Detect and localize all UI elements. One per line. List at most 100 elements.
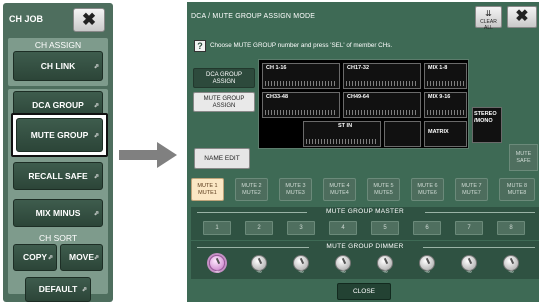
popup-corner-icon: ⬀ [93,255,99,261]
dca-group-assign-tab[interactable]: DCA GROUP ASSIGN [193,68,255,88]
empty-block [384,121,421,147]
default-button[interactable]: DEFAULT ⬀ [25,277,91,302]
screenshot-root: CH JOB ✖ CH ASSIGN CH LINK ⬀ DCA GROUP ⬀… [0,0,539,304]
mute-master-1-button[interactable]: 1 [203,221,231,235]
mute-group-label: MUTE GROUP [30,130,89,140]
recall-safe-button[interactable]: RECALL SAFE ⬀ [13,162,103,190]
knob-indicator [383,257,389,265]
dimmer-value: -∞ [298,270,304,275]
channel-block[interactable]: MIX 9-16 [424,92,467,118]
knob-indicator [257,257,263,265]
mute-group-highlight-frame: MUTE GROUP ⬀ [11,113,108,157]
move-label: MOVE [68,252,95,262]
copy-button[interactable]: COPY ⬀ [13,244,57,271]
mute-master-2-button[interactable]: 2 [245,221,273,235]
channel-block-label: MIX 1-8 [428,65,448,71]
channel-block-label: CH17-32 [347,65,370,71]
right-arrow-icon [119,142,177,168]
knob-indicator [299,257,305,265]
mute-group-5-button[interactable]: MUTE 5 MUTE5 [367,178,400,201]
mute-safe-button[interactable]: MUTE SAFE [509,144,538,171]
mute-group-button-label: MUTE 6 MUTE6 [417,183,438,196]
channel-block-label: STEREO /MONO [474,111,497,124]
mute-group-button-label: MUTE 7 MUTE7 [461,183,482,196]
channel-block-label: MIX 9-16 [428,94,451,100]
dimmer-value: -∞ [256,270,262,275]
mute-group-7-button[interactable]: MUTE 7 MUTE7 [455,178,488,201]
popup-corner-icon: ⬀ [93,133,99,139]
move-button[interactable]: MOVE ⬀ [60,244,103,271]
mix-minus-label: MIX MINUS [35,208,81,218]
dimmer-value: -∞ [424,270,430,275]
channel-block-meter [427,110,464,115]
dimmer-value: -∞ [382,270,388,275]
mute-group-button-label: MUTE 8 MUTE8 [506,183,528,196]
ch-job-title: CH JOB [9,14,44,24]
channel-block[interactable]: ST IN [303,121,381,147]
dimmer-knob-2[interactable] [251,255,267,271]
mute-group-button-label: MUTE 2 MUTE2 [241,183,262,196]
window-title: DCA / MUTE GROUP ASSIGN MODE [191,13,316,20]
dca-group-assign-label: DCA GROUP ASSIGN [205,72,242,85]
mute-master-6-button[interactable]: 6 [413,221,441,235]
channel-block[interactable]: MIX 1-8 [424,63,467,89]
dimmer-knob-8[interactable] [503,255,519,271]
mute-group-2-button[interactable]: MUTE 2 MUTE2 [235,178,268,201]
channel-block-meter [346,110,418,115]
mute-group-3-button[interactable]: MUTE 3 MUTE3 [279,178,312,201]
mute-group-assign-label: MUTE GROUP ASSIGN [203,96,245,109]
ch-link-label: CH LINK [40,61,76,71]
channel-block-label: CH 1-16 [266,65,287,71]
mute-group-dimmer-title: MUTE GROUP DIMMER [326,243,404,250]
mute-group-button[interactable]: MUTE GROUP ⬀ [16,118,103,152]
knob-indicator [467,257,473,265]
channel-block[interactable]: CH33-48 [262,92,340,118]
mute-master-3-button[interactable]: 3 [287,221,315,235]
dimmer-value: -∞ [214,270,220,275]
close-button[interactable]: CLOSE [337,283,391,300]
channel-block-grid: CH 1-16 CH17-32 MIX 1-8 CH33-48 CH49-64 … [258,59,469,149]
mute-group-4-button[interactable]: MUTE 4 MUTE4 [323,178,356,201]
help-icon[interactable]: ? [194,40,206,52]
dca-mute-assign-window: DCA / MUTE GROUP ASSIGN MODE ⇊ CLEAR ALL… [187,2,539,302]
ch-job-close-button[interactable]: ✖ [73,8,105,32]
window-close-button[interactable]: ✖ [507,6,537,28]
dimmer-value: -∞ [508,270,514,275]
ch-link-button[interactable]: CH LINK ⬀ [13,51,103,81]
dca-group-label: DCA GROUP [32,100,84,110]
dimmer-knob-6[interactable] [419,255,435,271]
channel-block[interactable]: STEREO /MONO [472,107,502,143]
channel-block[interactable]: CH 1-16 [262,63,340,89]
dimmer-knob-5[interactable] [377,255,393,271]
ch-assign-label: CH ASSIGN [34,40,82,50]
mute-master-8-button[interactable]: 8 [497,221,525,235]
dimmer-knob-3[interactable] [293,255,309,271]
default-label: DEFAULT [38,284,78,294]
mute-group-master-title: MUTE GROUP MASTER [326,208,404,215]
channel-block[interactable]: CH17-32 [343,63,421,89]
channel-block[interactable]: MATRIX [424,121,467,147]
mute-group-6-button[interactable]: MUTE 6 MUTE6 [411,178,444,201]
dimmer-knob-4[interactable] [335,255,351,271]
mix-minus-button[interactable]: MIX MINUS ⬀ [13,199,103,227]
channel-block-label: MATRIX [428,129,449,135]
mute-master-7-button[interactable]: 7 [455,221,483,235]
mute-group-assign-tab[interactable]: MUTE GROUP ASSIGN [193,92,255,112]
dimmer-knob-1[interactable] [209,255,225,271]
mute-group-8-button[interactable]: MUTE 8 MUTE8 [499,178,535,201]
mute-master-4-button[interactable]: 4 [329,221,357,235]
dimmer-knob-7[interactable] [461,255,477,271]
mute-group-button-label: MUTE 5 MUTE5 [373,183,394,196]
popup-corner-icon: ⬀ [93,174,99,180]
mute-group-button-label: MUTE 1 MUTE1 [197,183,218,196]
knob-indicator [425,257,431,265]
channel-block[interactable]: CH49-64 [343,92,421,118]
mute-group-1-button[interactable]: MUTE 1 MUTE1 [191,178,224,201]
channel-block-label: CH49-64 [347,94,370,100]
mute-group-button-label: MUTE 3 MUTE3 [285,183,306,196]
name-edit-button[interactable]: NAME EDIT [194,148,250,169]
mute-master-5-button[interactable]: 5 [371,221,399,235]
name-edit-label: NAME EDIT [204,155,240,162]
popup-corner-icon: ⬀ [81,287,87,293]
clear-all-button[interactable]: ⇊ CLEAR ALL [475,6,502,31]
